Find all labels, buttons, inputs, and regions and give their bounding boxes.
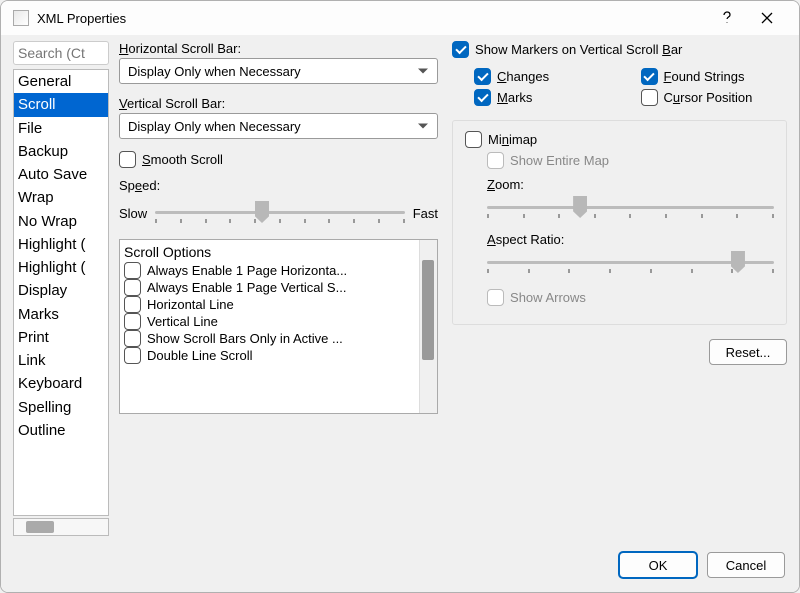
marks-checkbox[interactable]: Marks xyxy=(474,89,620,106)
cursor-position-checkbox[interactable]: Cursor Position xyxy=(641,89,787,106)
category-item[interactable]: Display xyxy=(14,279,108,302)
aspect-ratio-label: Aspect Ratio: xyxy=(487,232,774,247)
show-entire-map-checkbox[interactable]: Show Entire Map xyxy=(487,152,774,169)
app-icon xyxy=(13,10,29,26)
zoom-label: Zoom: xyxy=(487,177,774,192)
category-item[interactable]: No Wrap xyxy=(14,210,108,233)
reset-button[interactable]: Reset... xyxy=(709,339,787,365)
window-title: XML Properties xyxy=(37,11,126,26)
minimap-group: Minimap Show Entire Map Zoom: Aspect Rat… xyxy=(452,120,787,325)
right-panel: Show Markers on Vertical Scroll Bar Chan… xyxy=(452,41,787,536)
category-item[interactable]: Auto Save xyxy=(14,163,108,186)
category-item[interactable]: Wrap xyxy=(14,186,108,209)
hscroll-select[interactable]: Display Only when Necessary xyxy=(119,58,438,84)
speed-slow-label: Slow xyxy=(119,206,147,221)
zoom-slider[interactable] xyxy=(487,194,774,222)
left-panel: Horizontal Scroll Bar: Display Only when… xyxy=(119,41,438,536)
titlebar: XML Properties xyxy=(1,1,799,35)
vscroll-select[interactable]: Display Only when Necessary xyxy=(119,113,438,139)
speed-slider[interactable] xyxy=(155,199,405,227)
vscroll-label: Vertical Scroll Bar: xyxy=(119,96,438,111)
show-markers-checkbox[interactable]: Show Markers on Vertical Scroll Bar xyxy=(452,41,787,58)
found-strings-checkbox[interactable]: Found Strings xyxy=(641,68,787,85)
category-item[interactable]: File xyxy=(14,117,108,140)
category-item[interactable]: Link xyxy=(14,349,108,372)
category-item[interactable]: Highlight ( xyxy=(14,256,108,279)
scroll-option-item[interactable]: Double Line Scroll xyxy=(124,347,415,364)
scroll-option-item[interactable]: Vertical Line xyxy=(124,313,415,330)
sidebar: GeneralScrollFileBackupAuto SaveWrapNo W… xyxy=(13,41,109,536)
close-button[interactable] xyxy=(747,4,787,32)
category-item[interactable]: Spelling xyxy=(14,396,108,419)
category-item[interactable]: Keyboard xyxy=(14,372,108,395)
category-item[interactable]: Print xyxy=(14,326,108,349)
speed-fast-label: Fast xyxy=(413,206,438,221)
category-item[interactable]: Backup xyxy=(14,140,108,163)
smooth-scroll-checkbox[interactable]: Smooth Scroll xyxy=(119,151,438,168)
scroll-options-box: Scroll Options Always Enable 1 Page Hori… xyxy=(119,239,438,414)
scroll-option-item[interactable]: Show Scroll Bars Only in Active ... xyxy=(124,330,415,347)
scroll-option-item[interactable]: Always Enable 1 Page Horizonta... xyxy=(124,262,415,279)
aspect-ratio-slider[interactable] xyxy=(487,249,774,277)
speed-label: Speed: xyxy=(119,178,438,193)
scroll-option-item[interactable]: Always Enable 1 Page Vertical S... xyxy=(124,279,415,296)
show-arrows-checkbox[interactable]: Show Arrows xyxy=(487,289,774,306)
category-item[interactable]: Marks xyxy=(14,303,108,326)
category-item[interactable]: Highlight ( xyxy=(14,233,108,256)
minimap-checkbox[interactable]: Minimap xyxy=(465,131,774,148)
cancel-button[interactable]: Cancel xyxy=(707,552,785,578)
scroll-options-scrollbar[interactable] xyxy=(419,240,437,413)
ok-button[interactable]: OK xyxy=(619,552,697,578)
category-item[interactable]: Outline xyxy=(14,419,108,442)
properties-dialog: XML Properties GeneralScrollFileBackupAu… xyxy=(0,0,800,593)
dialog-footer: OK Cancel xyxy=(1,542,799,592)
help-button[interactable] xyxy=(707,4,747,32)
category-item[interactable]: General xyxy=(14,70,108,93)
scroll-option-item[interactable]: Horizontal Line xyxy=(124,296,415,313)
category-hscrollbar[interactable] xyxy=(13,518,109,536)
changes-checkbox[interactable]: Changes xyxy=(474,68,620,85)
scroll-options-header: Scroll Options xyxy=(124,242,415,262)
category-list[interactable]: GeneralScrollFileBackupAuto SaveWrapNo W… xyxy=(13,69,109,516)
category-item[interactable]: Scroll xyxy=(14,93,108,116)
hscroll-label: Horizontal Scroll Bar: xyxy=(119,41,438,56)
search-input[interactable] xyxy=(13,41,109,65)
